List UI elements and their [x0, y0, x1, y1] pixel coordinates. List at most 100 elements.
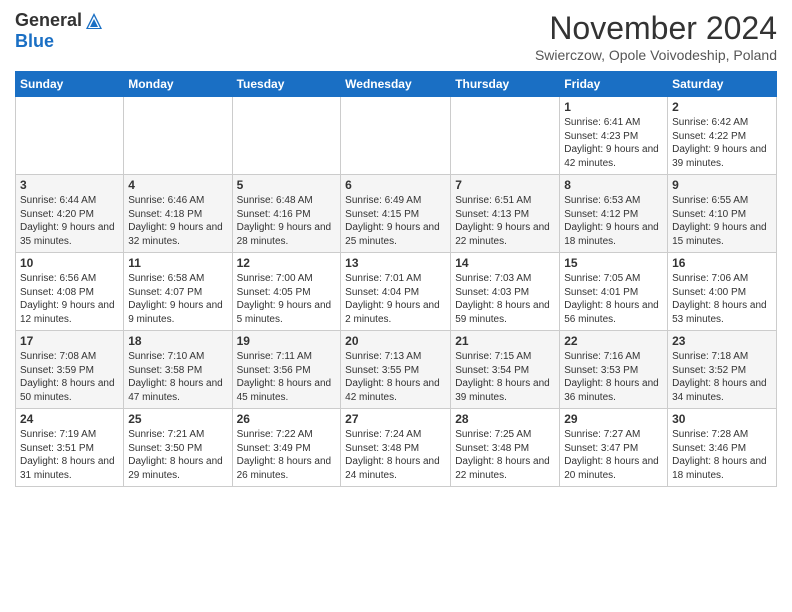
month-title: November 2024 [535, 10, 777, 47]
day-number: 19 [237, 334, 337, 348]
table-row [232, 97, 341, 175]
table-row: 13Sunrise: 7:01 AM Sunset: 4:04 PM Dayli… [341, 253, 451, 331]
logo-general-text: General [15, 10, 82, 31]
table-row: 11 Sunrise: 6:58 AM Sunset: 4:07 PM Dayli… [124, 253, 232, 331]
day-number: 8 [564, 178, 663, 192]
day-info: Sunrise: 7:19 AM Sunset: 3:51 PM Dayligh… [20, 428, 119, 482]
day-info: Sunrise: 6:48 AM Sunset: 4:16 PM Dayligh… [237, 194, 337, 248]
col-sunday: Sunday [16, 72, 124, 97]
day-number: 1 [564, 100, 663, 114]
table-row: 22 Sunrise: 7:16 AM Sunset: 3:53 PM Dayli… [560, 331, 668, 409]
day-number: 27 [345, 412, 446, 426]
day-number: 29 [564, 412, 663, 426]
table-row: 19 Sunrise: 7:11 AM Sunset: 3:56 PM Dayli… [232, 331, 341, 409]
day-info: Sunrise: 7:00 AM Sunset: 4:05 PM Dayligh… [237, 272, 337, 326]
table-row: 27 Sunrise: 7:24 AM Sunset: 3:48 PM Dayli… [341, 409, 451, 487]
day-number: 3 [20, 178, 119, 192]
col-saturday: Saturday [668, 72, 777, 97]
week-row-3: 17Sunrise: 7:08 AM Sunset: 3:59 PM Dayli… [16, 331, 777, 409]
day-info: Sunrise: 7:16 AM Sunset: 3:53 PM Dayligh… [564, 350, 663, 404]
day-number: 20 [345, 334, 446, 348]
day-number: 23 [672, 334, 772, 348]
logo-blue-text: Blue [15, 31, 54, 52]
col-friday: Friday [560, 72, 668, 97]
week-row-1: 3 Sunrise: 6:44 AM Sunset: 4:20 PM Daylig… [16, 175, 777, 253]
day-info: Sunrise: 6:44 AM Sunset: 4:20 PM Dayligh… [20, 194, 119, 248]
day-number: 25 [128, 412, 227, 426]
week-row-4: 24 Sunrise: 7:19 AM Sunset: 3:51 PM Dayli… [16, 409, 777, 487]
logo: General Blue [15, 10, 104, 52]
day-info: Sunrise: 6:55 AM Sunset: 4:10 PM Dayligh… [672, 194, 772, 248]
logo-icon [84, 11, 104, 31]
day-number: 5 [237, 178, 337, 192]
table-row: 18Sunrise: 7:10 AM Sunset: 3:58 PM Dayli… [124, 331, 232, 409]
day-info: Sunrise: 7:10 AM Sunset: 3:58 PM Dayligh… [128, 350, 227, 404]
table-row: 26Sunrise: 7:22 AM Sunset: 3:49 PM Dayli… [232, 409, 341, 487]
title-block: November 2024 Swierczow, Opole Voivodesh… [535, 10, 777, 63]
table-row [451, 97, 560, 175]
day-info: Sunrise: 7:08 AM Sunset: 3:59 PM Dayligh… [20, 350, 119, 404]
day-number: 14 [455, 256, 555, 270]
header: General Blue November 2024 Swierczow, Op… [15, 10, 777, 63]
table-row: 9Sunrise: 6:55 AM Sunset: 4:10 PM Daylig… [668, 175, 777, 253]
col-wednesday: Wednesday [341, 72, 451, 97]
day-info: Sunrise: 6:58 AM Sunset: 4:07 PM Dayligh… [128, 272, 227, 326]
day-info: Sunrise: 6:42 AM Sunset: 4:22 PM Dayligh… [672, 116, 772, 170]
table-row [16, 97, 124, 175]
day-info: Sunrise: 6:56 AM Sunset: 4:08 PM Dayligh… [20, 272, 119, 326]
table-row: 24 Sunrise: 7:19 AM Sunset: 3:51 PM Dayli… [16, 409, 124, 487]
table-row: 1 Sunrise: 6:41 AM Sunset: 4:23 PM Daylig… [560, 97, 668, 175]
day-info: Sunrise: 7:28 AM Sunset: 3:46 PM Dayligh… [672, 428, 772, 482]
day-info: Sunrise: 6:53 AM Sunset: 4:12 PM Dayligh… [564, 194, 663, 248]
table-row: 28Sunrise: 7:25 AM Sunset: 3:48 PM Dayli… [451, 409, 560, 487]
table-row: 3 Sunrise: 6:44 AM Sunset: 4:20 PM Daylig… [16, 175, 124, 253]
day-info: Sunrise: 6:49 AM Sunset: 4:15 PM Dayligh… [345, 194, 446, 248]
table-row: 25Sunrise: 7:21 AM Sunset: 3:50 PM Dayli… [124, 409, 232, 487]
day-number: 15 [564, 256, 663, 270]
table-row: 21Sunrise: 7:15 AM Sunset: 3:54 PM Dayli… [451, 331, 560, 409]
day-info: Sunrise: 6:41 AM Sunset: 4:23 PM Dayligh… [564, 116, 663, 170]
day-number: 24 [20, 412, 119, 426]
day-info: Sunrise: 7:15 AM Sunset: 3:54 PM Dayligh… [455, 350, 555, 404]
table-row: 10 Sunrise: 6:56 AM Sunset: 4:08 PM Dayli… [16, 253, 124, 331]
day-info: Sunrise: 7:06 AM Sunset: 4:00 PM Dayligh… [672, 272, 772, 326]
table-row: 7 Sunrise: 6:51 AM Sunset: 4:13 PM Daylig… [451, 175, 560, 253]
day-number: 30 [672, 412, 772, 426]
table-row: 16 Sunrise: 7:06 AM Sunset: 4:00 PM Dayli… [668, 253, 777, 331]
day-info: Sunrise: 7:24 AM Sunset: 3:48 PM Dayligh… [345, 428, 446, 482]
day-number: 7 [455, 178, 555, 192]
table-row: 5 Sunrise: 6:48 AM Sunset: 4:16 PM Daylig… [232, 175, 341, 253]
table-row [124, 97, 232, 175]
day-info: Sunrise: 7:27 AM Sunset: 3:47 PM Dayligh… [564, 428, 663, 482]
day-info: Sunrise: 7:01 AM Sunset: 4:04 PM Dayligh… [345, 272, 446, 326]
day-number: 16 [672, 256, 772, 270]
table-row: 29 Sunrise: 7:27 AM Sunset: 3:47 PM Dayli… [560, 409, 668, 487]
header-row: Sunday Monday Tuesday Wednesday Thursday… [16, 72, 777, 97]
table-row: 23 Sunrise: 7:18 AM Sunset: 3:52 PM Dayli… [668, 331, 777, 409]
table-row: 15Sunrise: 7:05 AM Sunset: 4:01 PM Dayli… [560, 253, 668, 331]
table-row: 20Sunrise: 7:13 AM Sunset: 3:55 PM Dayli… [341, 331, 451, 409]
table-row: 4 Sunrise: 6:46 AM Sunset: 4:18 PM Daylig… [124, 175, 232, 253]
day-number: 10 [20, 256, 119, 270]
day-number: 6 [345, 178, 446, 192]
location-text: Swierczow, Opole Voivodeship, Poland [535, 47, 777, 63]
day-info: Sunrise: 7:11 AM Sunset: 3:56 PM Dayligh… [237, 350, 337, 404]
day-number: 26 [237, 412, 337, 426]
table-row: 30 Sunrise: 7:28 AM Sunset: 3:46 PM Dayli… [668, 409, 777, 487]
day-number: 28 [455, 412, 555, 426]
day-info: Sunrise: 7:18 AM Sunset: 3:52 PM Dayligh… [672, 350, 772, 404]
table-row: 2Sunrise: 6:42 AM Sunset: 4:22 PM Daylig… [668, 97, 777, 175]
col-thursday: Thursday [451, 72, 560, 97]
day-info: Sunrise: 6:51 AM Sunset: 4:13 PM Dayligh… [455, 194, 555, 248]
day-number: 4 [128, 178, 227, 192]
day-info: Sunrise: 6:46 AM Sunset: 4:18 PM Dayligh… [128, 194, 227, 248]
table-row: 17Sunrise: 7:08 AM Sunset: 3:59 PM Dayli… [16, 331, 124, 409]
day-info: Sunrise: 7:03 AM Sunset: 4:03 PM Dayligh… [455, 272, 555, 326]
table-row: 8 Sunrise: 6:53 AM Sunset: 4:12 PM Daylig… [560, 175, 668, 253]
table-row: 14 Sunrise: 7:03 AM Sunset: 4:03 PM Dayli… [451, 253, 560, 331]
day-number: 22 [564, 334, 663, 348]
day-number: 12 [237, 256, 337, 270]
day-number: 11 [128, 256, 227, 270]
col-monday: Monday [124, 72, 232, 97]
week-row-2: 10 Sunrise: 6:56 AM Sunset: 4:08 PM Dayli… [16, 253, 777, 331]
